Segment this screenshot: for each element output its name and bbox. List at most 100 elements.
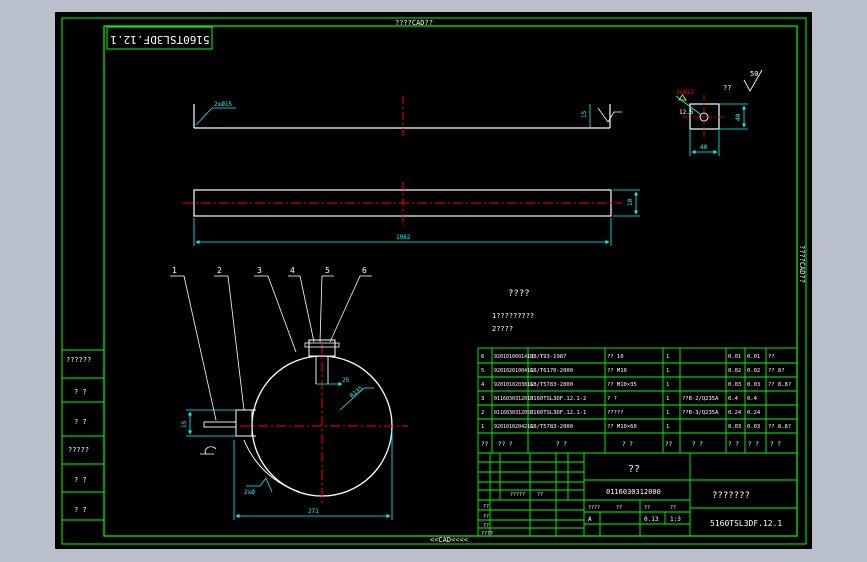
clamp-inner-label: 25 xyxy=(342,377,350,384)
tb-small-5: ?? xyxy=(644,505,650,511)
balloon-6: 6 xyxy=(362,266,367,275)
roughness-value: 50 xyxy=(750,70,758,78)
bom-cell-std: 5160TSL3DF.12.1-2 xyxy=(530,396,586,402)
bom-cell-total: 0.03 xyxy=(747,382,760,388)
bom-cell-qty: 1 xyxy=(666,396,669,402)
bom-cell-unit: 0.4 xyxy=(728,396,739,402)
bom-h-mat: ? ? xyxy=(692,441,703,448)
tb-small-3: ???? xyxy=(588,505,600,511)
bom-cell-code: 0116030312050 xyxy=(494,410,533,416)
bom-cell-no: 6 xyxy=(481,354,484,360)
left-col-3: ? ? xyxy=(74,418,87,426)
plate-height-label: 10 xyxy=(627,198,634,206)
bom-h-remark: ? ? xyxy=(770,441,781,448)
bom-h-name: ? ? xyxy=(622,441,633,448)
bom-cell-name: ?? M10×35 xyxy=(607,382,637,388)
balloon-2: 2 xyxy=(217,266,222,275)
tb-weight: 0.13 xyxy=(644,516,659,523)
bom-cell-name: ????? xyxy=(607,410,624,416)
bom-cell-no: 3 xyxy=(481,396,484,402)
notes-line-1: 1????????? xyxy=(492,312,534,320)
bom-cell-code: 9201020100411 xyxy=(494,368,533,374)
tb-stage-mark: A xyxy=(588,516,592,523)
bom-cell-qty: 1 xyxy=(666,424,669,430)
bom-h-std: ? ? xyxy=(556,441,567,448)
bom-cell-total: 0.03 xyxy=(747,424,760,430)
bom-h-unit: ? ? xyxy=(728,441,739,448)
bom-cell-qty: 1 xyxy=(666,368,669,374)
bom-h-qty: ?? xyxy=(665,441,673,448)
bom-cell-mat: ??B-2/Q235A xyxy=(682,396,719,402)
bom-cell-std: GB/T6170-2000 xyxy=(530,368,573,374)
tb-small-4: ?? xyxy=(616,505,622,511)
detail-height-label: 40 xyxy=(735,113,742,121)
bom-cell-code: 0116030312010 xyxy=(494,396,533,402)
tb-drawing-no: 5160TSL3DF.12.1 xyxy=(710,519,782,528)
balloon-1: 1 xyxy=(172,266,177,275)
title-box-rotated-text: 5160TSL3DF.12.1 xyxy=(110,33,209,46)
bom-cell-total: 0.02 xyxy=(747,368,760,374)
left-col-4: ????? xyxy=(68,446,89,454)
bom-cell-code: 9201010204211 xyxy=(494,424,533,430)
left-col-2: ? ? xyxy=(74,388,87,396)
bom-cell-no: 5 xyxy=(481,368,484,374)
detail-dim-a-label: 12.5 xyxy=(679,109,694,116)
bom-cell-unit: 0.03 xyxy=(728,424,741,430)
cad-viewport: ????CAD?? <<CAD<<<< ????CAD?? 5160TSL3DF… xyxy=(55,12,812,549)
tb-drawing-code: 0116030312000 xyxy=(606,488,661,496)
bom-cell-total: 0.01 xyxy=(747,354,760,360)
bom-cell-qty: 1 xyxy=(666,354,669,360)
bom-cell-total: 0.4 xyxy=(747,396,758,402)
bom-cell-remark: ?? 8.8? xyxy=(768,382,791,388)
bom-cell-code: 9201010203811 xyxy=(494,382,533,388)
bom-cell-unit: 0.02 xyxy=(728,368,741,374)
frame-top-label: ????CAD?? xyxy=(395,19,433,27)
bom-cell-name: ?? M10×60 xyxy=(607,424,637,430)
notes-title: ???? xyxy=(508,289,530,299)
bom-cell-unit: 0.03 xyxy=(728,382,741,388)
bom-cell-name: ?? 10 xyxy=(607,354,624,360)
clamp-height-label: 15 xyxy=(181,420,188,428)
tb-sig-3: ?? xyxy=(483,523,489,529)
bom-cell-code: 9201010601413 xyxy=(494,354,533,360)
balloon-4: 4 xyxy=(290,266,295,275)
bom-cell-remark: ?? 8.8? xyxy=(768,424,791,430)
bom-cell-qty: 1 xyxy=(666,382,669,388)
clamp-slot-label: 2xØ xyxy=(244,489,255,496)
tb-sig-2: ?? xyxy=(483,514,489,520)
detail-width-label: 40 xyxy=(700,144,708,151)
bom-cell-remark: ?? 8? xyxy=(768,368,785,374)
bom-cell-std: 5160TSL3DF.12.1-1 xyxy=(530,410,586,416)
tb-part-name: ?? xyxy=(628,464,640,475)
bom-h-code: ?? ? xyxy=(498,441,513,448)
bom-cell-mat: ??B-3/Q235A xyxy=(682,410,719,416)
bom-h-no: ?? xyxy=(481,441,489,448)
frame-bottom-label: <<CAD<<<< xyxy=(430,536,468,544)
bom-cell-name: ?? M10 xyxy=(607,368,627,374)
detail-note: ?? xyxy=(723,84,731,92)
bom-cell-std: GB/T5783-2000 xyxy=(530,424,573,430)
bom-cell-std: GB/T5783-2000 xyxy=(530,382,573,388)
bom-cell-unit: 0.24 xyxy=(728,410,742,416)
drawing-canvas[interactable] xyxy=(55,12,812,549)
balloon-3: 3 xyxy=(257,266,262,275)
clamp-width-label: 271 xyxy=(308,508,319,515)
detail-hole-label: 2xØ12 xyxy=(676,89,694,96)
tb-company: ??????? xyxy=(712,491,750,501)
left-col-1: ?????? xyxy=(66,356,91,364)
bom-cell-name: ? ? xyxy=(607,396,617,402)
side-height-label: 15 xyxy=(581,110,588,118)
tb-small-2: ?? xyxy=(537,492,543,498)
bom-cell-remark: ?? xyxy=(768,354,775,360)
plate-length-label: 1962 xyxy=(396,234,411,241)
tb-small-1: ????? xyxy=(510,492,525,498)
bom-cell-no: 2 xyxy=(481,410,484,416)
tb-sig-4: ???? xyxy=(481,531,493,537)
frame-right-label: ????CAD?? xyxy=(798,245,806,283)
bom-cell-no: 1 xyxy=(481,424,484,430)
tb-scale: 1:3 xyxy=(670,516,681,523)
left-col-6: ? ? xyxy=(74,506,87,514)
bom-cell-total: 0.24 xyxy=(747,410,761,416)
bom-cell-std: GB/T93-1987 xyxy=(530,354,566,360)
balloon-5: 5 xyxy=(325,266,330,275)
